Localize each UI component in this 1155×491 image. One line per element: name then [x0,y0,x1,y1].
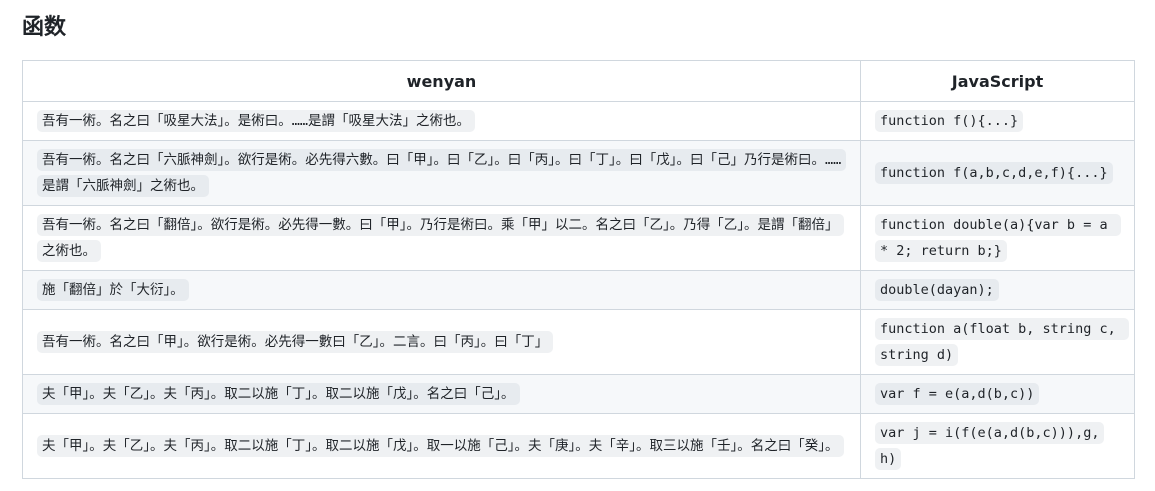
function-comparison-table: wenyan JavaScript 吾有一術。名之曰「吸星大法」。是術曰。……是… [22,60,1135,479]
wenyan-code: 吾有一術。名之曰「甲」。欲行是術。必先得一數曰「乙」。二言。曰「丙」。曰「丁」 [37,331,554,353]
table-row: 吾有一術。名之曰「六脈神劍」。欲行是術。必先得六數。曰「甲」。曰「乙」。曰「丙」… [22,140,1135,206]
wenyan-cell: 吾有一術。名之曰「六脈神劍」。欲行是術。必先得六數。曰「甲」。曰「乙」。曰「丙」… [22,140,861,206]
table-row: 吾有一術。名之曰「甲」。欲行是術。必先得一數曰「乙」。二言。曰「丙」。曰「丁」 … [22,309,1135,375]
table-header-row: wenyan JavaScript [22,60,1135,102]
javascript-code: function f(){...} [875,110,1024,132]
javascript-cell: double(dayan); [860,270,1135,310]
javascript-cell: function f(a,b,c,d,e,f){...} [860,140,1135,206]
table-row: 吾有一術。名之曰「吸星大法」。是術曰。……是謂「吸星大法」之術也。 functi… [22,101,1135,141]
wenyan-code: 夫「甲」。夫「乙」。夫「丙」。取二以施「丁」。取二以施「戊」。取一以施「己」。夫… [37,435,844,457]
wenyan-code: 夫「甲」。夫「乙」。夫「丙」。取二以施「丁」。取二以施「戊」。名之曰「己」。 [37,383,520,405]
wenyan-code: 吾有一術。名之曰「翻倍」。欲行是術。必先得一數。曰「甲」。乃行是術曰。乘「甲」以… [37,214,844,262]
wenyan-cell: 吾有一術。名之曰「吸星大法」。是術曰。……是謂「吸星大法」之術也。 [22,101,861,141]
wenyan-cell: 吾有一術。名之曰「翻倍」。欲行是術。必先得一數。曰「甲」。乃行是術曰。乘「甲」以… [22,205,861,271]
javascript-cell: var j = i(f(e(a,d(b,c))),g,h) [860,413,1135,479]
javascript-cell: var f = e(a,d(b,c)) [860,374,1135,414]
table-row: 夫「甲」。夫「乙」。夫「丙」。取二以施「丁」。取二以施「戊」。名之曰「己」。 v… [22,374,1135,414]
wenyan-cell: 吾有一術。名之曰「甲」。欲行是術。必先得一數曰「乙」。二言。曰「丙」。曰「丁」 [22,309,861,375]
wenyan-code: 施「翻倍」於「大衍」。 [37,279,189,301]
javascript-cell: function a(float b, string c, string d) [860,309,1135,375]
wenyan-cell: 夫「甲」。夫「乙」。夫「丙」。取二以施「丁」。取二以施「戊」。名之曰「己」。 [22,374,861,414]
wenyan-cell: 夫「甲」。夫「乙」。夫「丙」。取二以施「丁」。取二以施「戊」。取一以施「己」。夫… [22,413,861,479]
table-row: 吾有一術。名之曰「翻倍」。欲行是術。必先得一數。曰「甲」。乃行是術曰。乘「甲」以… [22,205,1135,271]
column-header-javascript: JavaScript [860,60,1135,102]
javascript-code: function double(a){var b = a * 2; return… [875,214,1121,262]
javascript-code: function f(a,b,c,d,e,f){...} [875,162,1113,184]
javascript-code: var j = i(f(e(a,d(b,c))),g,h) [875,422,1105,470]
javascript-code: double(dayan); [875,279,999,301]
wenyan-code: 吾有一術。名之曰「吸星大法」。是術曰。……是謂「吸星大法」之術也。 [37,110,476,132]
section-heading: 函数 [22,15,67,40]
javascript-cell: function f(){...} [860,101,1135,141]
javascript-cell: function double(a){var b = a * 2; return… [860,205,1135,271]
wenyan-cell: 施「翻倍」於「大衍」。 [22,270,861,310]
javascript-code: function a(float b, string c, string d) [875,318,1129,366]
javascript-code: var f = e(a,d(b,c)) [875,383,1040,405]
table-row: 施「翻倍」於「大衍」。 double(dayan); [22,270,1135,310]
table-row: 夫「甲」。夫「乙」。夫「丙」。取二以施「丁」。取二以施「戊」。取一以施「己」。夫… [22,413,1135,479]
column-header-wenyan: wenyan [22,60,861,102]
wenyan-code: 吾有一術。名之曰「六脈神劍」。欲行是術。必先得六數。曰「甲」。曰「乙」。曰「丙」… [37,149,847,197]
